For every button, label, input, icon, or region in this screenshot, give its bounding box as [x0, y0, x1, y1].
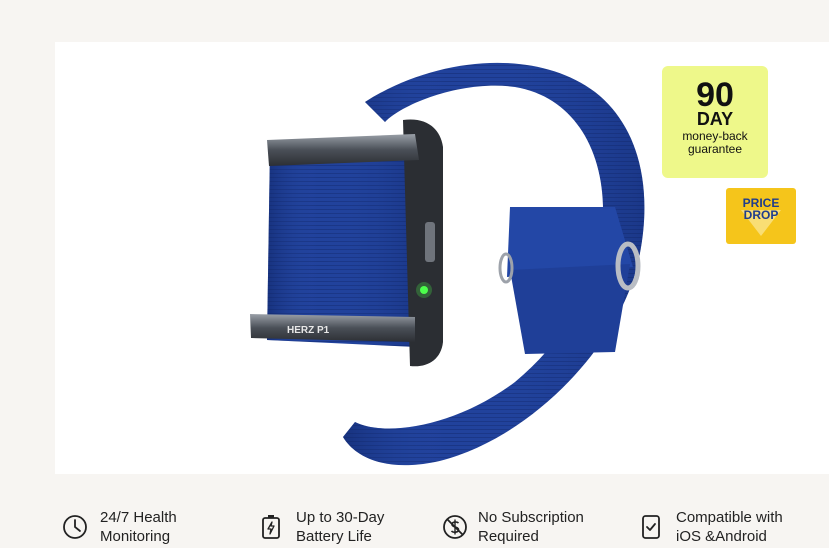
guarantee-text-2: guarantee	[687, 142, 743, 156]
feature-line-2: Monitoring	[100, 528, 171, 545]
phone-check-icon	[642, 515, 660, 539]
feature-line-2: Required	[478, 528, 539, 545]
feature-line-2: iOS &Android	[676, 528, 767, 545]
product-hero: HERZ P1 90 DAY money-back guarantee PRIC…	[55, 42, 829, 474]
battery-icon	[262, 515, 280, 539]
price-drop-badge: PRICE DROP	[726, 188, 796, 244]
money-back-guarantee-badge: 90 DAY money-back guarantee	[662, 66, 768, 178]
guarantee-days: 90	[696, 76, 734, 114]
feature-line-1: Up to 30-Day	[296, 509, 385, 526]
feature-line-1: Compatible with	[676, 509, 783, 526]
no-dollar-icon	[443, 515, 467, 539]
feature-line-2: Battery Life	[296, 528, 372, 545]
feature-line-1: No Subscription	[478, 509, 584, 526]
clock-icon	[63, 515, 87, 539]
guarantee-unit: DAY	[696, 109, 734, 129]
price-drop-text-2: DROP	[743, 208, 779, 222]
feature-list: 24/7 Health Monitoring Up to 30-Day Batt…	[0, 498, 829, 548]
svg-text:HERZ P1: HERZ P1	[287, 325, 330, 336]
feature-line-1: 24/7 Health	[100, 509, 177, 526]
